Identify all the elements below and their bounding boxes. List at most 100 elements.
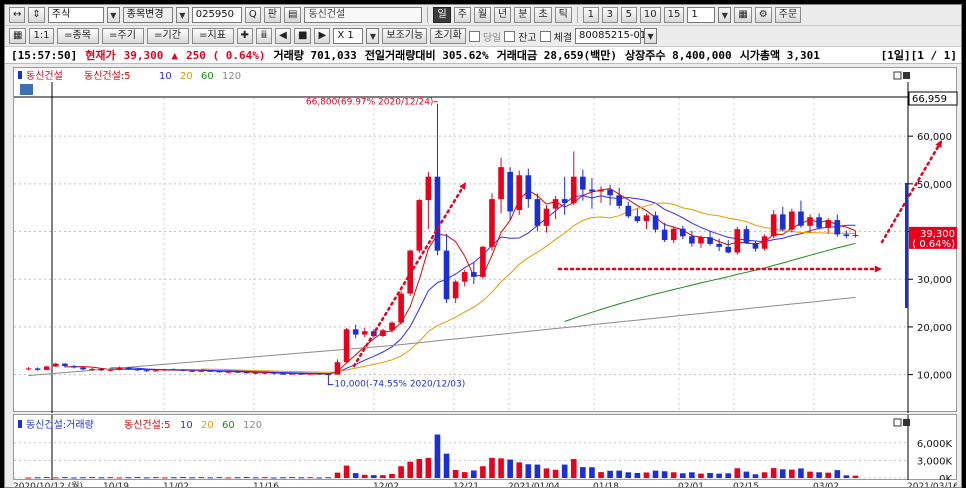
x-tick-label: 2021/03/16 bbox=[907, 482, 957, 488]
period-day-button[interactable]: 일 bbox=[433, 7, 451, 23]
chevron-down-icon[interactable]: ▼ bbox=[175, 7, 189, 23]
interval-input[interactable]: 1 bbox=[687, 7, 716, 23]
close-pane-icon[interactable] bbox=[903, 72, 910, 79]
stop-icon[interactable]: ■ bbox=[293, 28, 312, 44]
candle-body bbox=[834, 220, 841, 235]
volume-bar bbox=[216, 477, 223, 479]
period-year-button[interactable]: 년 bbox=[494, 7, 512, 23]
volume-bar bbox=[752, 474, 759, 478]
interval-1-button[interactable]: 1 bbox=[582, 7, 599, 23]
candle-body bbox=[752, 242, 759, 249]
volume-bar bbox=[371, 475, 377, 478]
period-button[interactable]: =기간 bbox=[146, 28, 189, 44]
chevron-down-icon[interactable]: ▼ bbox=[366, 28, 380, 44]
account-select[interactable]: 80085215-01 bbox=[575, 28, 646, 44]
y-tick-label: 50,000 bbox=[917, 180, 952, 191]
chart-menu-icon[interactable] bbox=[20, 84, 33, 95]
volume-chart-svg[interactable]: 6,000K3,000K0K 동신건설:거래량 동신건설:5 10 20 60 … bbox=[14, 415, 958, 485]
x-tick-label: 12/02 bbox=[373, 482, 399, 488]
stock-button[interactable]: =종목 bbox=[56, 28, 99, 44]
vol-tick-label: 6,000K bbox=[917, 439, 953, 450]
ma20-line bbox=[201, 202, 856, 373]
order-button[interactable]: 주문 bbox=[774, 7, 802, 23]
chevron-down-icon[interactable]: ▼ bbox=[106, 7, 120, 23]
fill-checkbox[interactable] bbox=[539, 30, 551, 42]
interval-10-button[interactable]: 10 bbox=[639, 7, 661, 23]
candle-body bbox=[634, 216, 641, 222]
cycle-button[interactable]: =주기 bbox=[101, 28, 144, 44]
indicator-button[interactable]: =지표 bbox=[191, 28, 234, 44]
period-second-button[interactable]: 초 bbox=[534, 7, 552, 23]
volume-bar bbox=[470, 470, 477, 478]
interval-3-button[interactable]: 3 bbox=[601, 7, 618, 23]
close-pane-icon[interactable] bbox=[903, 419, 910, 426]
period-minute-button[interactable]: 분 bbox=[514, 7, 532, 23]
filter-icon[interactable]: ▤ bbox=[283, 7, 302, 23]
settings-icon[interactable]: ⚙ bbox=[754, 7, 772, 23]
chart-window: ↔ ⇕ 주식 ▼ 종목변경 ▼ 025950 Q 판 ▤ 동신건설 일 주 월 … bbox=[4, 4, 962, 488]
candle-body bbox=[380, 330, 386, 336]
prev-icon[interactable]: ◀ bbox=[274, 28, 291, 44]
y-tick-label: 10,000 bbox=[917, 371, 952, 382]
candle-body bbox=[189, 370, 195, 372]
volume-bar bbox=[289, 477, 295, 479]
candle-body bbox=[316, 373, 323, 375]
market-type-select[interactable]: 주식 bbox=[47, 7, 104, 23]
one-to-one-button[interactable]: 1:1 bbox=[29, 28, 54, 44]
chevron-down-icon[interactable]: ▼ bbox=[718, 7, 732, 23]
volume-bar bbox=[316, 477, 323, 479]
volume-bar bbox=[234, 477, 241, 479]
volume-bar bbox=[225, 477, 232, 479]
y-tick-label: 60,000 bbox=[917, 132, 952, 143]
period-week-button[interactable]: 주 bbox=[453, 7, 471, 23]
price-chart-svg[interactable]: 66,800(69.97% 2020/12/24) 10,000(-74.55% … bbox=[14, 68, 958, 413]
today-checkbox[interactable] bbox=[468, 30, 480, 42]
candle-body bbox=[616, 195, 623, 206]
candle-body bbox=[816, 217, 822, 228]
reset-button[interactable]: 초기화 bbox=[430, 28, 466, 44]
pan-button[interactable]: 판 bbox=[263, 7, 281, 23]
balance-checkbox[interactable] bbox=[504, 30, 516, 42]
candle-body bbox=[307, 373, 314, 375]
candle-body bbox=[425, 176, 432, 201]
save-icon[interactable]: ▦ bbox=[734, 7, 752, 23]
volume-bar bbox=[171, 477, 177, 479]
zoom-icon[interactable]: ⅲ bbox=[255, 28, 272, 44]
volume-bar bbox=[643, 472, 650, 478]
candle-body bbox=[480, 246, 486, 277]
price-chart-pane[interactable]: 66,800(69.97% 2020/12/24) 10,000(-74.55% … bbox=[13, 67, 958, 413]
stock-change-button[interactable]: 종목변경 bbox=[122, 7, 173, 23]
chevron-down-icon[interactable]: ▼ bbox=[644, 28, 658, 44]
scroll-left-right-button[interactable]: ↔ bbox=[9, 7, 26, 23]
interval-5-button[interactable]: 5 bbox=[620, 7, 637, 23]
legend-ma60: 60 bbox=[201, 71, 214, 82]
candle-body bbox=[489, 199, 495, 247]
grid-icon[interactable]: ▦ bbox=[9, 28, 27, 44]
period-tick-button[interactable]: 틱 bbox=[554, 7, 572, 23]
volume-bar bbox=[825, 472, 832, 478]
interval-15-button[interactable]: 15 bbox=[663, 7, 685, 23]
updown-button[interactable]: ⇕ bbox=[28, 7, 45, 23]
maximize-icon[interactable] bbox=[893, 71, 902, 80]
volume-bar bbox=[607, 470, 613, 478]
up-arrow-icon: ▲ bbox=[171, 48, 178, 62]
candle-body bbox=[171, 369, 177, 371]
volume-bar bbox=[380, 475, 386, 478]
volume-bar bbox=[843, 475, 850, 478]
maximize-icon[interactable] bbox=[893, 418, 902, 427]
stock-code-input[interactable]: 025950 bbox=[191, 7, 242, 23]
candle-body bbox=[498, 167, 504, 200]
volume-chart-pane[interactable]: 6,000K 3,000K 0K 동신건설:거래량 동신건설:5 10 20 60 … bbox=[13, 414, 958, 485]
support-arrow-head bbox=[874, 265, 882, 273]
period-month-button[interactable]: 월 bbox=[473, 7, 492, 23]
candle-body bbox=[561, 199, 568, 203]
volume-bar bbox=[425, 457, 432, 478]
search-button[interactable]: Q bbox=[244, 7, 261, 23]
multiplier-select[interactable]: X 1 bbox=[333, 28, 364, 44]
volume-bar bbox=[398, 466, 404, 478]
aux-function-button[interactable]: 보조기능 bbox=[382, 28, 428, 44]
legend-vol-ma120: 120 bbox=[243, 420, 262, 431]
crosshair-icon[interactable]: ✚ bbox=[236, 28, 253, 44]
candle-body bbox=[343, 329, 350, 363]
next-icon[interactable]: ▶ bbox=[314, 28, 331, 44]
